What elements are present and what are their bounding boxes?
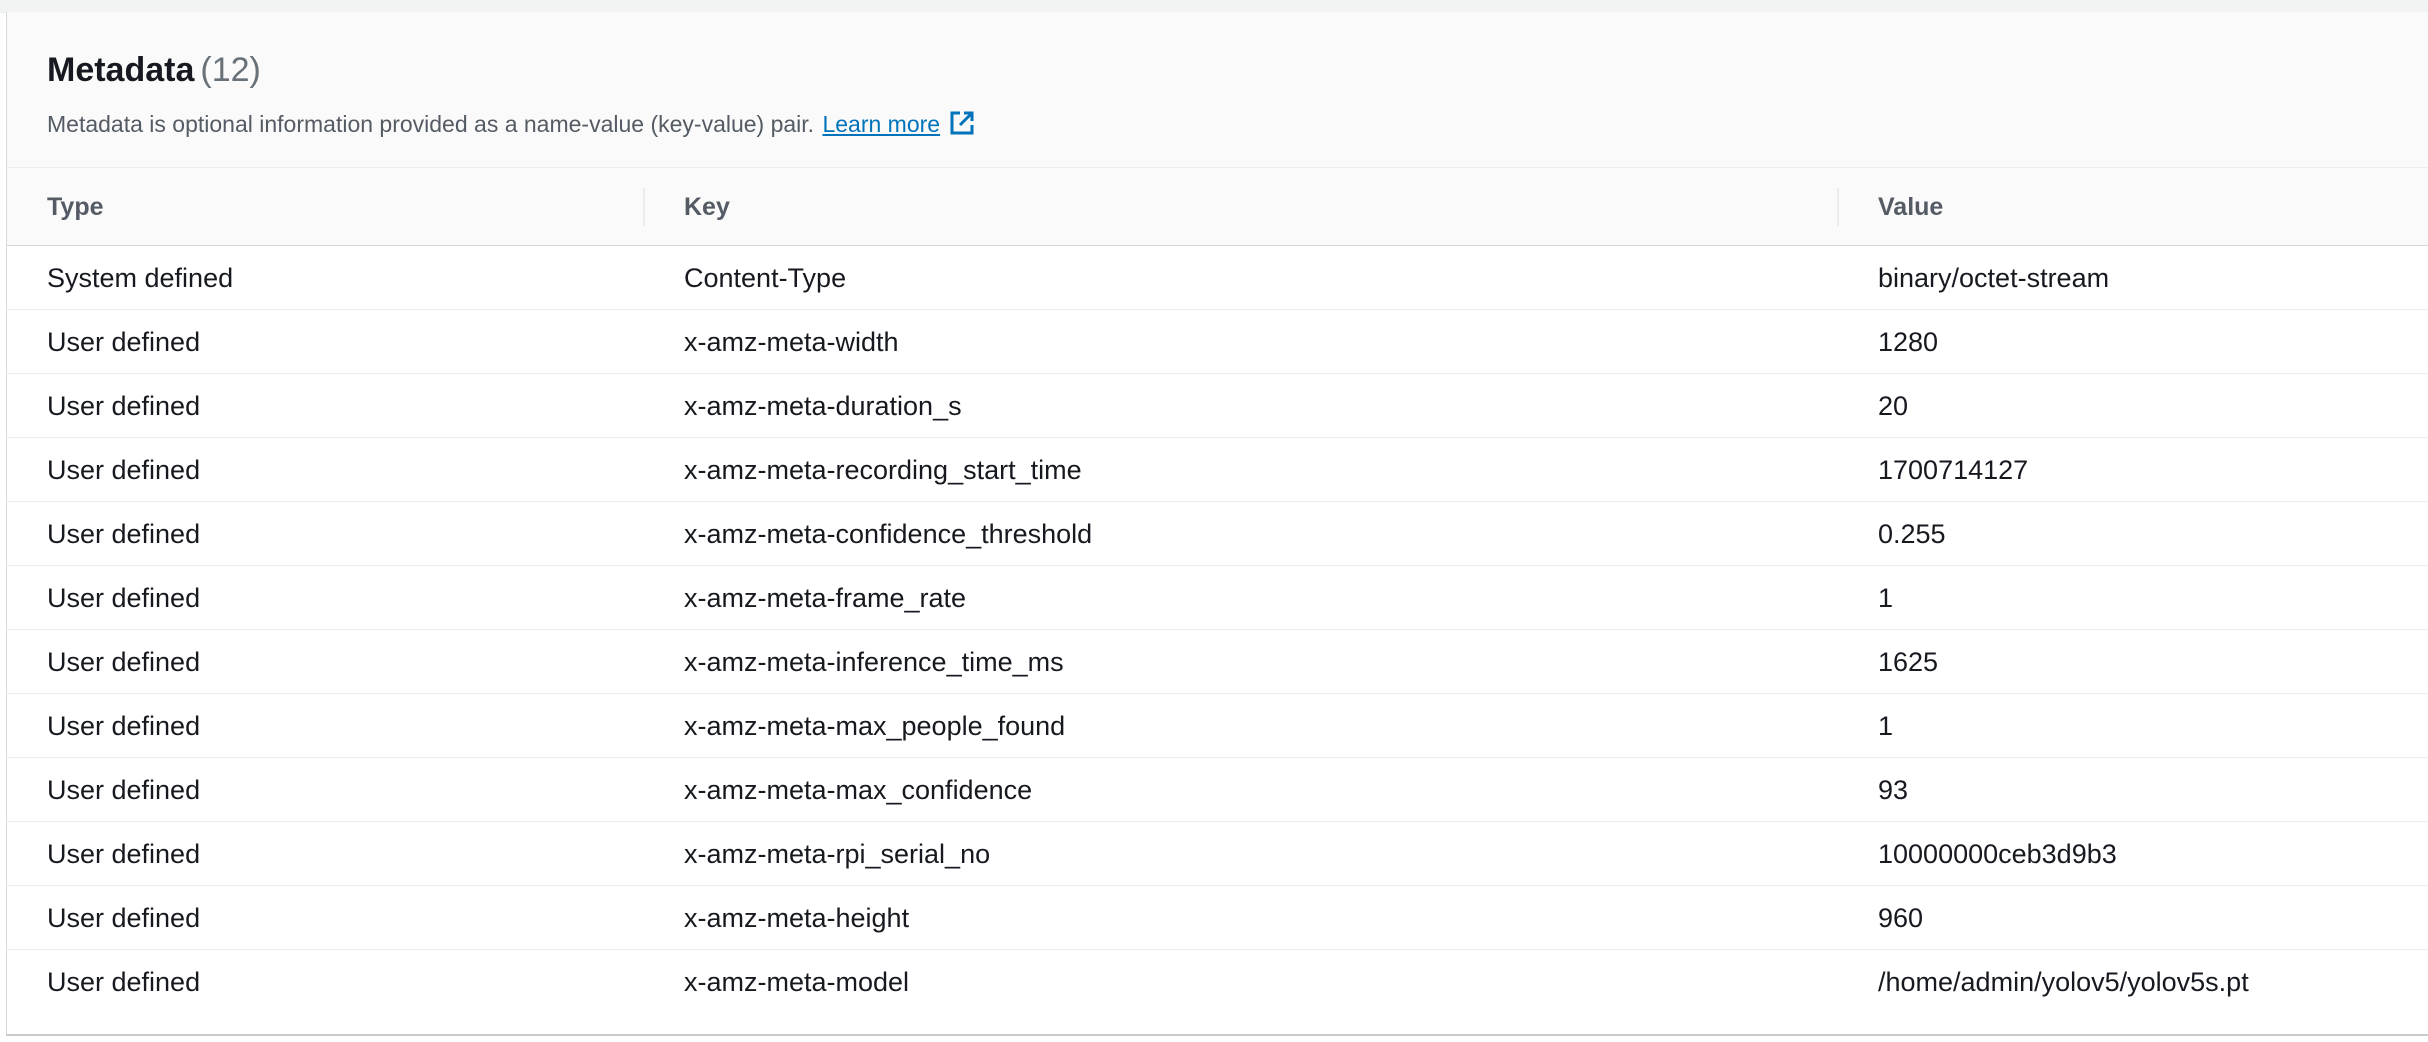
metadata-table: Type Key Value System defined Content-Typ… bbox=[7, 168, 2428, 1014]
cell-type: User defined bbox=[47, 903, 201, 933]
learn-more-link[interactable]: Learn more bbox=[822, 111, 976, 137]
cell-value: 1280 bbox=[1878, 327, 1939, 357]
table-row: System defined Content-Type binary/octet-s… bbox=[7, 246, 2428, 310]
learn-more-label: Learn more bbox=[822, 111, 941, 137]
column-separator[interactable] bbox=[1837, 188, 1839, 226]
table-row: User defined x-amz-meta-rpi_serial_no 1000… bbox=[7, 822, 2428, 886]
metadata-count: (12) bbox=[200, 51, 261, 89]
cell-key: x-amz-meta-frame_rate bbox=[684, 583, 967, 613]
cell-type: User defined bbox=[47, 391, 201, 421]
cell-type: User defined bbox=[47, 519, 201, 549]
cell-type: System defined bbox=[47, 263, 234, 293]
panel-title: Metadata bbox=[47, 51, 195, 89]
cell-key: x-amz-meta-width bbox=[684, 327, 899, 357]
table-row: User defined x-amz-meta-confidence_thresh… bbox=[7, 502, 2428, 566]
metadata-panel: Metadata (12) Metadata is optional inform… bbox=[6, 12, 2428, 1036]
cell-key: x-amz-meta-height bbox=[684, 903, 910, 933]
column-header-type[interactable]: Type bbox=[47, 168, 104, 246]
table-header: Type Key Value bbox=[7, 168, 2428, 246]
cell-value: 93 bbox=[1878, 775, 1909, 805]
cell-value: binary/octet-stream bbox=[1878, 263, 2110, 293]
cell-value: 10000000ceb3d9b3 bbox=[1878, 839, 2117, 869]
cell-value: 1 bbox=[1878, 711, 1894, 741]
cell-value: /home/admin/yolov5/yolov5s.pt bbox=[1878, 967, 2249, 997]
cell-value: 0.255 bbox=[1878, 519, 1946, 549]
table-body: System defined Content-Type binary/octet-s… bbox=[7, 246, 2428, 1014]
cell-key: x-amz-meta-duration_s bbox=[684, 391, 962, 421]
cell-key: x-amz-meta-inference_time_ms bbox=[684, 647, 1064, 677]
cell-key: x-amz-meta-model bbox=[684, 967, 910, 997]
cell-key: x-amz-meta-confidence_threshold bbox=[684, 519, 1093, 549]
table-row: User defined x-amz-meta-model/home/admin/… bbox=[7, 950, 2428, 1014]
table-row: User defined x-amz-meta-recording_start_t… bbox=[7, 438, 2428, 502]
cell-value: 1 bbox=[1878, 583, 1894, 613]
cell-key: x-amz-meta-max_people_found bbox=[684, 711, 1066, 741]
cell-type: User defined bbox=[47, 775, 201, 805]
cell-type: User defined bbox=[47, 647, 201, 677]
table-row: User defined x-amz-meta-duration_s 20 bbox=[7, 374, 2428, 438]
description-text: Metadata is optional information provide… bbox=[47, 111, 815, 137]
cell-key: x-amz-meta-max_confidence bbox=[684, 775, 1033, 805]
cell-value: 960 bbox=[1878, 903, 1924, 933]
title-row: Metadata (12) bbox=[47, 48, 261, 92]
column-header-key[interactable]: Key bbox=[684, 168, 730, 246]
panel-header: Metadata (12) Metadata is optional inform… bbox=[7, 12, 2428, 168]
cell-value: 1625 bbox=[1878, 647, 1939, 677]
cell-type: User defined bbox=[47, 327, 201, 357]
table-row: User defined x-amz-meta-width 1280 bbox=[7, 310, 2428, 374]
table-row: User defined x-amz-meta-height 960 bbox=[7, 886, 2428, 950]
panel-description: Metadata is optional information provide… bbox=[47, 108, 976, 140]
cell-type: User defined bbox=[47, 839, 201, 869]
column-header-value[interactable]: Value bbox=[1878, 168, 1943, 246]
cell-key: x-amz-meta-recording_start_time bbox=[684, 455, 1082, 485]
cell-type: User defined bbox=[47, 583, 201, 613]
column-separator[interactable] bbox=[643, 188, 645, 226]
cell-value: 20 bbox=[1878, 391, 1909, 421]
cell-key: Content-Type bbox=[684, 263, 847, 293]
table-row: User defined x-amz-meta-frame_rate 1 bbox=[7, 566, 2428, 630]
cell-key: x-amz-meta-rpi_serial_no bbox=[684, 839, 991, 869]
table-row: User defined x-amz-meta-inference_time_ms… bbox=[7, 630, 2428, 694]
external-link-icon bbox=[948, 109, 976, 137]
cell-value: 1700714127 bbox=[1878, 455, 2029, 485]
cell-type: User defined bbox=[47, 967, 201, 997]
table-row: User defined x-amz-meta-max_people_found 1 bbox=[7, 694, 2428, 758]
cell-type: User defined bbox=[47, 711, 201, 741]
cell-type: User defined bbox=[47, 455, 201, 485]
table-row: User defined x-amz-meta-max_confidence 93 bbox=[7, 758, 2428, 822]
